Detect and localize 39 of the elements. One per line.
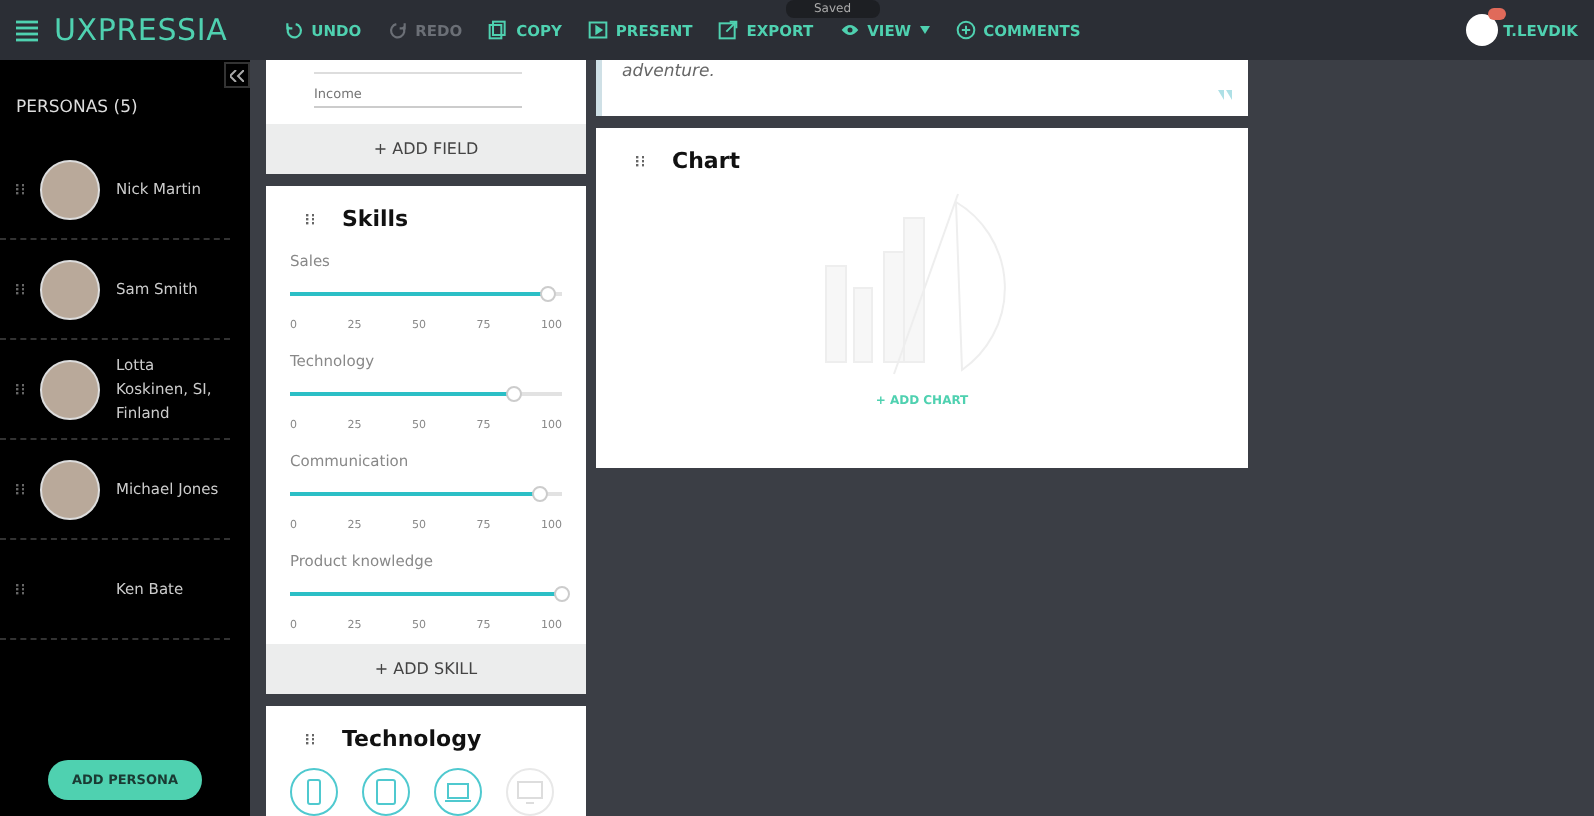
drag-handle-icon[interactable] — [16, 183, 24, 195]
add-field-button[interactable]: + ADD FIELD — [266, 124, 586, 174]
notification-badge — [1487, 8, 1506, 20]
comment-icon — [955, 20, 976, 40]
card-title: Skills — [342, 206, 409, 232]
device-toggle[interactable] — [290, 768, 338, 816]
drag-handle-icon[interactable] — [16, 283, 24, 295]
drag-handle-icon[interactable] — [16, 583, 24, 595]
slider-thumb[interactable] — [532, 486, 549, 502]
device-toggle[interactable] — [362, 768, 410, 816]
laptop-icon — [444, 778, 472, 806]
app-logo: UXPRESSIA — [54, 12, 228, 48]
drag-handle-icon[interactable] — [636, 155, 644, 167]
drag-handle-icon[interactable] — [16, 383, 24, 395]
card-title: Technology — [342, 726, 482, 752]
device-toggle[interactable] — [434, 768, 482, 816]
sidebar-title: PERSONAS (5) — [16, 98, 140, 118]
export-icon — [718, 20, 739, 40]
desktop-icon — [516, 778, 544, 806]
caret-icon — [919, 26, 930, 34]
slider-track[interactable] — [290, 286, 562, 302]
slider-thumb[interactable] — [540, 286, 557, 302]
eye-icon — [839, 20, 860, 40]
quote-text: adventure. — [622, 62, 715, 86]
quote-icon — [1218, 90, 1232, 100]
redo-icon — [387, 20, 408, 40]
undo-icon — [283, 20, 304, 40]
tablet-icon — [372, 778, 400, 806]
menu-icon[interactable] — [16, 19, 38, 41]
drag-handle-icon[interactable] — [306, 213, 314, 225]
slider-thumb[interactable] — [554, 586, 570, 602]
slider-thumb[interactable] — [505, 386, 522, 402]
drag-handle-icon[interactable] — [306, 733, 314, 745]
add-skill-button[interactable]: + ADD SKILL — [266, 644, 586, 694]
copy-icon — [488, 20, 509, 40]
collapse-icon[interactable] — [224, 62, 250, 88]
play-icon — [587, 20, 608, 40]
card-title: Chart — [672, 148, 741, 174]
drag-handle-icon[interactable] — [16, 483, 24, 495]
